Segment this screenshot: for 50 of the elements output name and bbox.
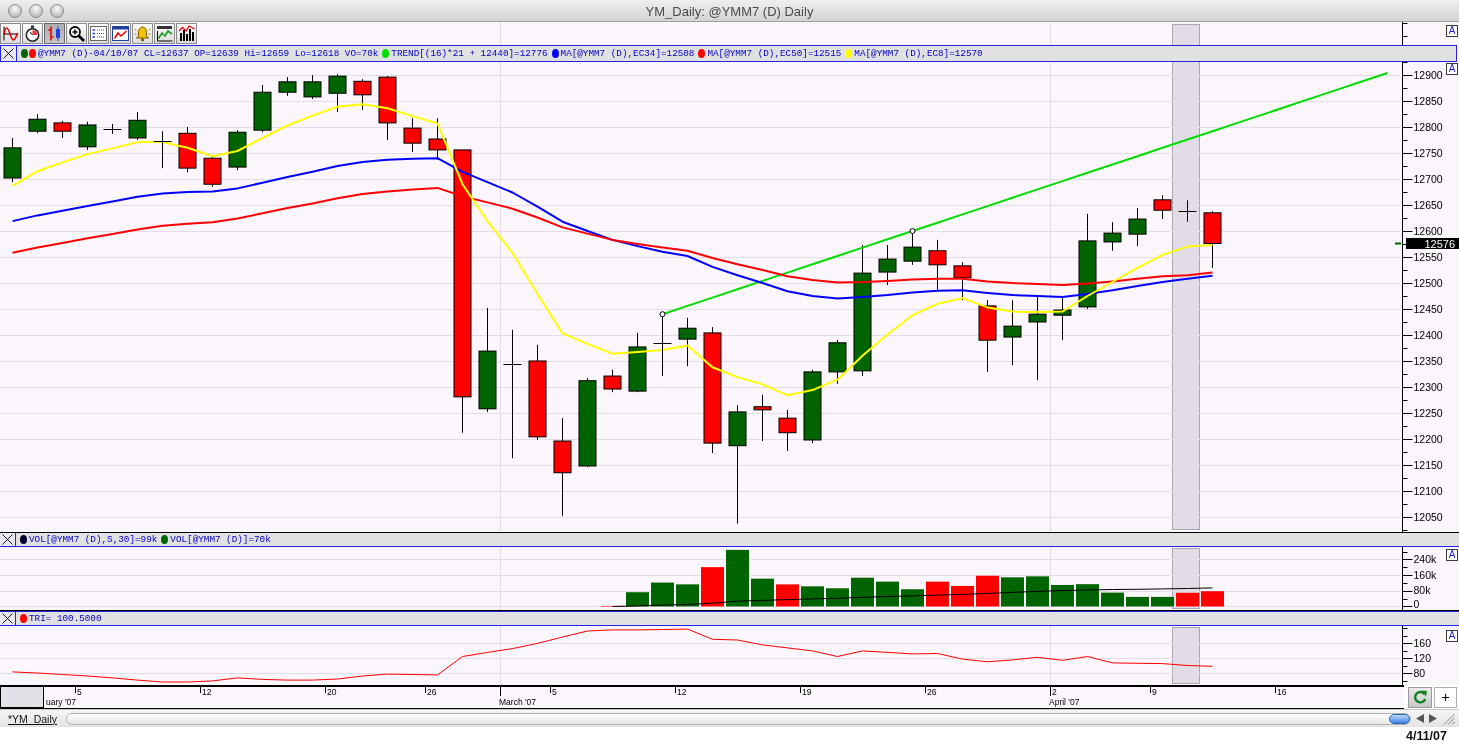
- axis-label: 2: [1052, 687, 1057, 697]
- axis-label: 12050: [1413, 510, 1443, 523]
- axis-label: 26: [427, 687, 437, 697]
- axis-label: 12650: [1413, 198, 1443, 211]
- axis-label: 26: [927, 687, 937, 697]
- axis-label: uary '07: [46, 697, 76, 707]
- axis-label: 12900: [1413, 68, 1443, 81]
- axis-label: 240k: [1413, 553, 1437, 566]
- axis-label: 12100: [1413, 484, 1443, 497]
- axis-label: 12: [677, 687, 687, 697]
- legend-label: TRI= 100.5000: [29, 613, 102, 624]
- axis-label: 12550: [1413, 250, 1443, 263]
- axis-label: 5: [552, 687, 557, 697]
- axis-label: 12350: [1413, 354, 1443, 367]
- axis-label: March '07: [499, 697, 537, 707]
- axis-label: 0: [1413, 597, 1420, 610]
- last-price-label: 12576: [1406, 237, 1459, 250]
- legend-label: TREND[(16)*21 + 12440]=12776: [391, 48, 548, 59]
- axis-label: 16: [1277, 687, 1287, 697]
- axis-label: 160k: [1413, 568, 1437, 581]
- axis-label: 12750: [1413, 146, 1443, 159]
- legend-label: MA[@YMM7 (D),EC34]=12508: [560, 48, 695, 59]
- axis-label: 160: [1413, 636, 1432, 649]
- axis-label: April '07: [1049, 697, 1080, 707]
- axis-label: 19: [802, 687, 812, 697]
- axis-label: 80k: [1413, 584, 1431, 597]
- axis-label: 12800: [1413, 120, 1443, 133]
- axis-label: 12500: [1413, 276, 1443, 289]
- legend-label: VOL[@YMM7 (D)]=70k: [170, 534, 271, 545]
- legend-label: MA[@YMM7 (D),EC8]=12570: [854, 48, 983, 59]
- legend-label: MA[@YMM7 (D),EC50]=12515: [707, 48, 842, 59]
- axis-label: 12200: [1413, 432, 1443, 445]
- axis-label: 12700: [1413, 172, 1443, 185]
- axis-label: 5: [77, 687, 82, 697]
- axis-label: 12250: [1413, 406, 1443, 419]
- date-label: 4/11/07: [1406, 728, 1447, 743]
- axis-label: 12150: [1413, 458, 1443, 471]
- axis-label: 12300: [1413, 380, 1443, 393]
- axis-label: 20: [327, 687, 337, 697]
- axis-label: 12: [202, 687, 212, 697]
- axis-label: 12450: [1413, 302, 1443, 315]
- window-title: YM_Daily: @YMM7 (D) Daily: [645, 3, 814, 19]
- axis-label: 80: [1413, 666, 1426, 679]
- axis-label: 120: [1413, 651, 1432, 664]
- legend-label: VOL[@YMM7 (D),S,30]=99k: [29, 534, 158, 545]
- axis-label: 9: [1152, 687, 1157, 697]
- axis-label: 12400: [1413, 328, 1443, 341]
- axis-label: 12850: [1413, 94, 1443, 107]
- axis-label: 12600: [1413, 224, 1443, 237]
- legend-label: @YMM7 (D)-04/10/07 CL=12637 OP=12639 Hi=12659 Lo=12618 VO=70k: [38, 48, 379, 59]
